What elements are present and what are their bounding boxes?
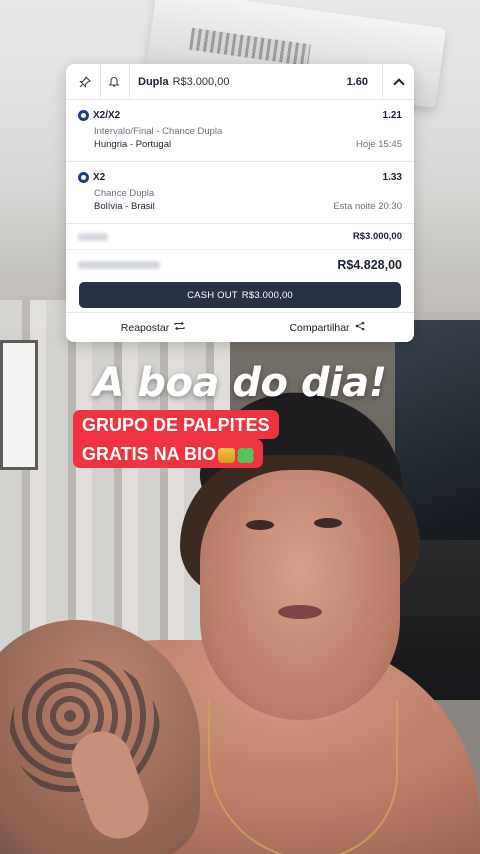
share-label: Compartilhar xyxy=(289,321,350,334)
selection-time: Hoje 15:45 xyxy=(356,139,402,150)
ticket-footer: Reapostar Compartilhar xyxy=(66,312,414,342)
selection-event: Bolívia - Brasil xyxy=(94,201,155,212)
selection-pick: X2/X2 xyxy=(93,109,121,121)
cash-out-button[interactable]: CASH OUT R$3.000,00 xyxy=(79,282,401,308)
selection-odds: 1.33 xyxy=(382,171,402,183)
selection-item: X2 1.33 Chance Dupla Bolívia - Brasil Es… xyxy=(66,162,414,224)
promo-text-1: GRUPO DE PALPITES xyxy=(82,415,270,435)
header-divider xyxy=(129,64,130,100)
promo-caption: GRUPO DE PALPITES GRATIS NA BIO xyxy=(73,410,279,468)
bell-icon[interactable] xyxy=(101,64,127,100)
pin-icon[interactable] xyxy=(72,64,98,100)
share-button[interactable]: Compartilhar xyxy=(240,313,414,342)
cash-out-amount: R$3.000,00 xyxy=(241,289,293,301)
left-eye xyxy=(246,520,274,530)
soccer-ball-icon xyxy=(78,171,89,183)
stake-row: R$3.000,00 xyxy=(66,224,414,250)
clover-emoji-icon xyxy=(237,447,254,463)
person-face xyxy=(200,470,400,720)
stake-value: R$3.000,00 xyxy=(352,231,402,242)
return-label-blurred xyxy=(78,261,160,269)
selection-pick: X2 xyxy=(93,171,106,183)
share-icon xyxy=(355,321,365,334)
rebet-label: Reapostar xyxy=(120,321,170,334)
ticket-header: Dupla R$3.000,00 1.60 xyxy=(66,64,414,100)
promo-line-1: GRUPO DE PALPITES xyxy=(73,410,279,439)
return-row: R$4.828,00 xyxy=(66,250,414,280)
chevron-up-icon xyxy=(392,77,405,90)
total-odds: 1.60 xyxy=(346,75,368,88)
header-stake-amount: R$3.000,00 xyxy=(172,75,230,88)
selection-odds: 1.21 xyxy=(382,109,402,121)
headline-caption: A boa do dia! xyxy=(93,360,387,406)
bet-type-label: Dupla xyxy=(138,75,169,88)
collapse-button[interactable] xyxy=(382,64,414,100)
right-eye xyxy=(314,518,342,528)
rebet-button[interactable]: Reapostar xyxy=(66,313,240,342)
promo-line-2: GRATIS NA BIO xyxy=(73,439,263,468)
crown-emoji-icon xyxy=(218,447,235,463)
bet-ticket-card: Dupla R$3.000,00 1.60 X2/X2 1.21 Interva… xyxy=(66,64,414,342)
selection-time: Esta noite 20:30 xyxy=(333,201,402,212)
selection-market: Chance Dupla xyxy=(94,188,155,199)
selection-event: Hungria - Portugal xyxy=(94,139,172,150)
soccer-ball-icon xyxy=(78,109,89,121)
selection-item: X2/X2 1.21 Intervalo/Final - Chance Dupl… xyxy=(66,100,414,162)
selection-market: Intervalo/Final - Chance Dupla xyxy=(94,126,223,137)
mouth xyxy=(278,605,322,619)
promo-text-2: GRATIS NA BIO xyxy=(82,444,216,464)
stake-label-blurred xyxy=(78,232,108,241)
repeat-icon xyxy=(174,321,185,334)
potential-return-value: R$4.828,00 xyxy=(337,258,402,272)
cash-out-label: CASH OUT xyxy=(187,289,238,301)
